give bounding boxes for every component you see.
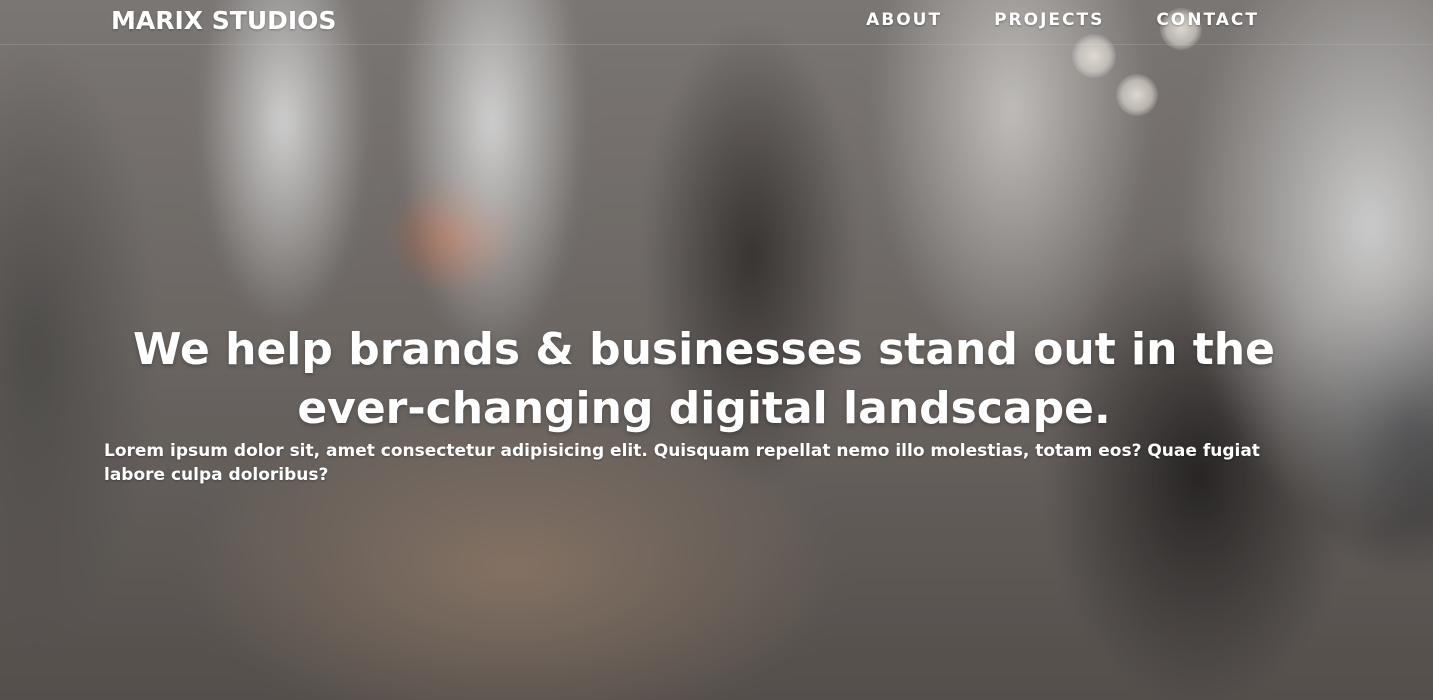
brand-logo[interactable]: MARIX STUDIOS — [111, 6, 336, 35]
top-navbar: MARIX STUDIOS ABOUT PROJECTS CONTACT — [0, 0, 1433, 45]
nav-link-contact[interactable]: CONTACT — [1156, 10, 1259, 30]
hero-lead-text: Lorem ipsum dolor sit, amet consectetur … — [104, 441, 1260, 485]
nav-link-projects[interactable]: PROJECTS — [994, 10, 1104, 30]
hero-headline: We help brands & businesses stand out in… — [133, 324, 1275, 434]
main-nav: ABOUT PROJECTS CONTACT — [866, 10, 1259, 30]
nav-link-about[interactable]: ABOUT — [866, 10, 942, 30]
hero-section: MARIX STUDIOS ABOUT PROJECTS CONTACT We … — [0, 0, 1433, 700]
